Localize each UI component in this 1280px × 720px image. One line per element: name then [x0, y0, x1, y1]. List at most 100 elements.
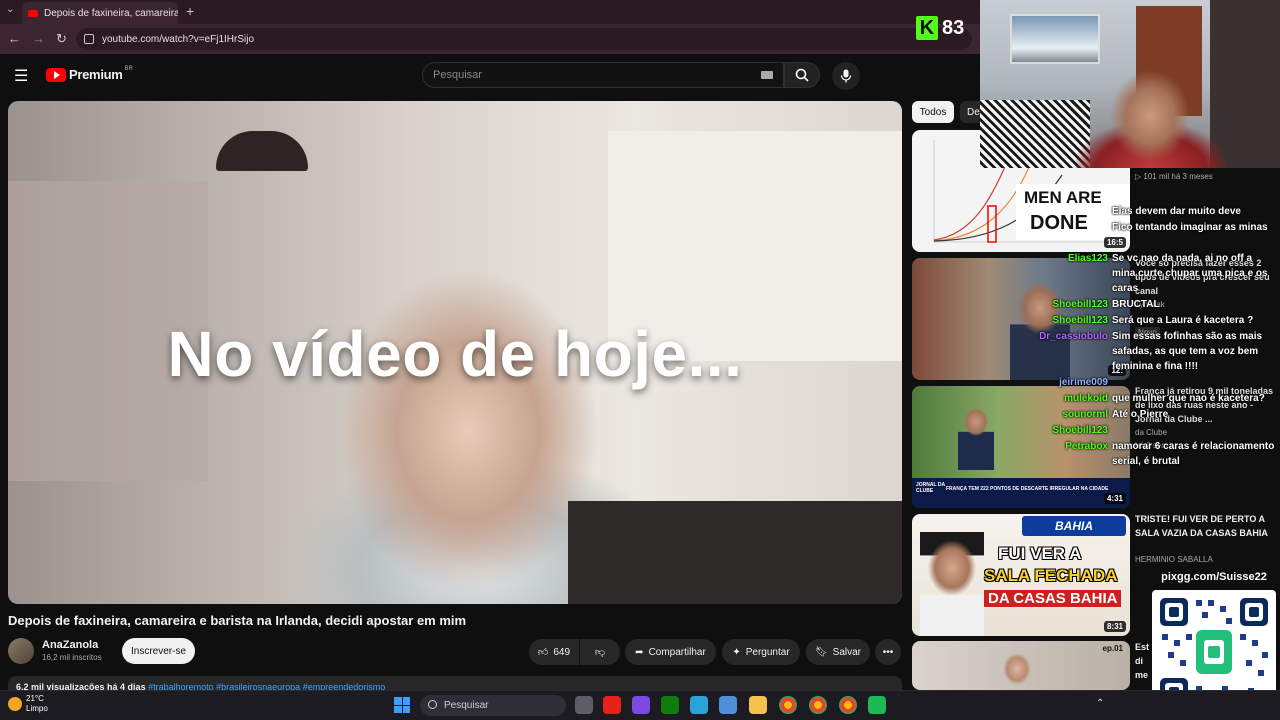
video-caption-overlay: No vídeo de hoje...: [167, 318, 743, 390]
thumbnail-line1: FUI VER A: [998, 544, 1082, 563]
search-button[interactable]: [784, 62, 820, 88]
thumbnail-banner-left: JORNAL DA CLUBE: [916, 482, 945, 494]
chrome-icon[interactable]: [779, 696, 797, 714]
youtube-premium-logo[interactable]: Premium BR: [46, 65, 133, 82]
chat-username: Petrabox: [1065, 441, 1108, 452]
notepad-icon[interactable]: [690, 696, 708, 714]
taskbar-search-input[interactable]: Pesquisar: [420, 695, 566, 716]
like-button[interactable]: 👍︎ 649: [529, 639, 579, 665]
chat-message: mulekoid que mulher que nao é kacetera?: [1030, 391, 1276, 406]
channel-avatar[interactable]: [8, 638, 34, 664]
donation-url: pixgg.com/Suisse22: [1152, 566, 1276, 588]
tab-list-chevron-icon[interactable]: ⌄: [6, 4, 14, 15]
address-bar: ← → ↻ youtube.com/watch?v=eFj1IHrSijo: [0, 24, 980, 54]
thumbnail-brand: BAHIA: [1022, 516, 1126, 536]
video-frame-counter: [568, 501, 902, 604]
ask-button[interactable]: ✦ Perguntar: [722, 639, 800, 665]
task-view-icon[interactable]: [575, 696, 593, 714]
kick-logo-icon: K: [916, 16, 938, 40]
share-button[interactable]: ➦ Compartilhar: [625, 639, 716, 665]
more-actions-button[interactable]: •••: [875, 639, 901, 665]
wall-picture: [1010, 14, 1100, 64]
new-tab-button[interactable]: +: [186, 3, 194, 19]
related-video-title[interactable]: Est di me: [1135, 640, 1149, 682]
temperature: 21°C: [26, 694, 44, 703]
chat-username: jeirime009: [1059, 377, 1108, 388]
chat-text: Até o Pierre: [1112, 409, 1169, 420]
streamer: [1076, 70, 1226, 168]
search-placeholder: Pesquisar: [433, 69, 482, 81]
sparkle-icon: ✦: [732, 646, 741, 658]
related-video-thumbnail[interactable]: BAHIA FUI VER A SALA FECHADA DA CASAS BA…: [912, 514, 1130, 636]
chat-message: Elas devem dar muito deve: [1030, 204, 1276, 219]
related-video-thumbnail[interactable]: ep.01: [912, 641, 1130, 690]
voice-search-button[interactable]: [832, 62, 860, 90]
thumbnail-line2: SALA FECHADA: [984, 566, 1118, 585]
video-title: Depois de faxineira, camareira e barista…: [8, 613, 467, 628]
site-info-icon[interactable]: [84, 34, 94, 44]
kick-app-icon[interactable]: [868, 696, 886, 714]
ask-label: Perguntar: [745, 646, 790, 658]
bookmark-icon: 🔖︎: [814, 646, 828, 658]
back-arrow-icon[interactable]: ←: [8, 31, 21, 46]
logo-country-code: BR: [124, 65, 133, 72]
sun-icon: [8, 697, 22, 711]
forward-arrow-icon[interactable]: →: [32, 31, 45, 46]
browser-tab-youtube[interactable]: Depois de faxineira, camareira e barista…: [22, 2, 178, 24]
vpn-app-icon[interactable]: [632, 696, 650, 714]
related-video-title[interactable]: TRISTE! FUI VER DE PERTO A SALA VAZIA DA…: [1135, 512, 1275, 540]
chat-text: Fico tentando imaginar as minas: [1112, 222, 1268, 233]
keyboard-icon[interactable]: [761, 71, 773, 79]
file-explorer-icon[interactable]: [749, 696, 767, 714]
youtube-favicon-icon: [28, 9, 38, 17]
windows-start-icon[interactable]: [394, 697, 410, 713]
photos-icon[interactable]: [719, 696, 737, 714]
chat-username: Dr_cassiobulo: [1039, 331, 1108, 342]
chat-username: Shoebill123: [1052, 299, 1108, 310]
browser-tab-title: Depois de faxineira, camareira e barista…: [44, 7, 178, 19]
save-button[interactable]: 🔖︎ Salvar: [806, 639, 870, 665]
video-duration: 4:31: [1103, 493, 1126, 504]
search-input[interactable]: Pesquisar: [422, 62, 784, 88]
chrome-profile-icon[interactable]: [809, 696, 827, 714]
chrome-second-profile-icon[interactable]: [839, 696, 857, 714]
video-duration: 8:31: [1103, 621, 1126, 632]
upload-age: há 3 meses: [1171, 172, 1213, 181]
viewer-count: 83: [942, 16, 965, 39]
dislike-button[interactable]: 👎︎: [580, 639, 620, 665]
weather-widget[interactable]: 21°C Limpo: [8, 694, 48, 714]
bed: [980, 100, 1090, 168]
youtube-app-icon[interactable]: [603, 696, 621, 714]
video-player[interactable]: No vídeo de hoje...: [8, 101, 902, 604]
xbox-icon[interactable]: [661, 696, 679, 714]
search-icon: [428, 700, 437, 709]
chat-text: Sim essas fofinhas são as mais safadas, …: [1112, 331, 1263, 372]
subscribe-button[interactable]: Inscrever-se: [122, 638, 195, 664]
search-icon: [795, 68, 809, 82]
chip-todos[interactable]: Todos: [912, 101, 954, 123]
logo-word: Premium: [69, 67, 123, 82]
chat-username: Shoebill123: [1052, 315, 1108, 326]
thumbs-down-icon: 👎︎: [594, 647, 606, 658]
youtube-header: ☰ Premium BR Pesquisar: [0, 54, 980, 96]
chat-username: Shoebill123: [1052, 425, 1108, 436]
share-label: Compartilhar: [648, 646, 706, 658]
weather-condition: Limpo: [26, 704, 48, 713]
chat-message: Petrabox namorar 6 caras é relacionamento…: [1030, 439, 1276, 469]
thumbs-up-icon: 👍︎: [537, 647, 549, 658]
chat-message: Shoebill123 BRUCTAL: [1030, 297, 1276, 312]
chat-message: Shoebill123 Será que a Laura é kacetera ?: [1030, 313, 1276, 328]
video-episode: ep.01: [1102, 644, 1123, 653]
view-count: 101 mil: [1143, 172, 1170, 181]
system-tray-chevron-icon[interactable]: ⌃: [1096, 698, 1104, 709]
hamburger-menu-icon[interactable]: ☰: [14, 66, 28, 86]
chat-message: jeirime009: [1030, 375, 1276, 390]
reload-icon[interactable]: ↻: [56, 31, 67, 47]
more-dots-icon: •••: [882, 646, 894, 658]
related-video-channel[interactable]: HERMINIO SABALLA: [1135, 555, 1213, 564]
url-field[interactable]: youtube.com/watch?v=eFj1IHrSijo: [76, 28, 972, 50]
taskbar-search-placeholder: Pesquisar: [444, 700, 489, 711]
channel-name[interactable]: AnaZanola: [42, 639, 98, 651]
subscriber-count: 16,2 mil inscritos: [42, 653, 102, 662]
chat-text: Se vc nao da nada, ai no off a mina curt…: [1112, 253, 1268, 294]
